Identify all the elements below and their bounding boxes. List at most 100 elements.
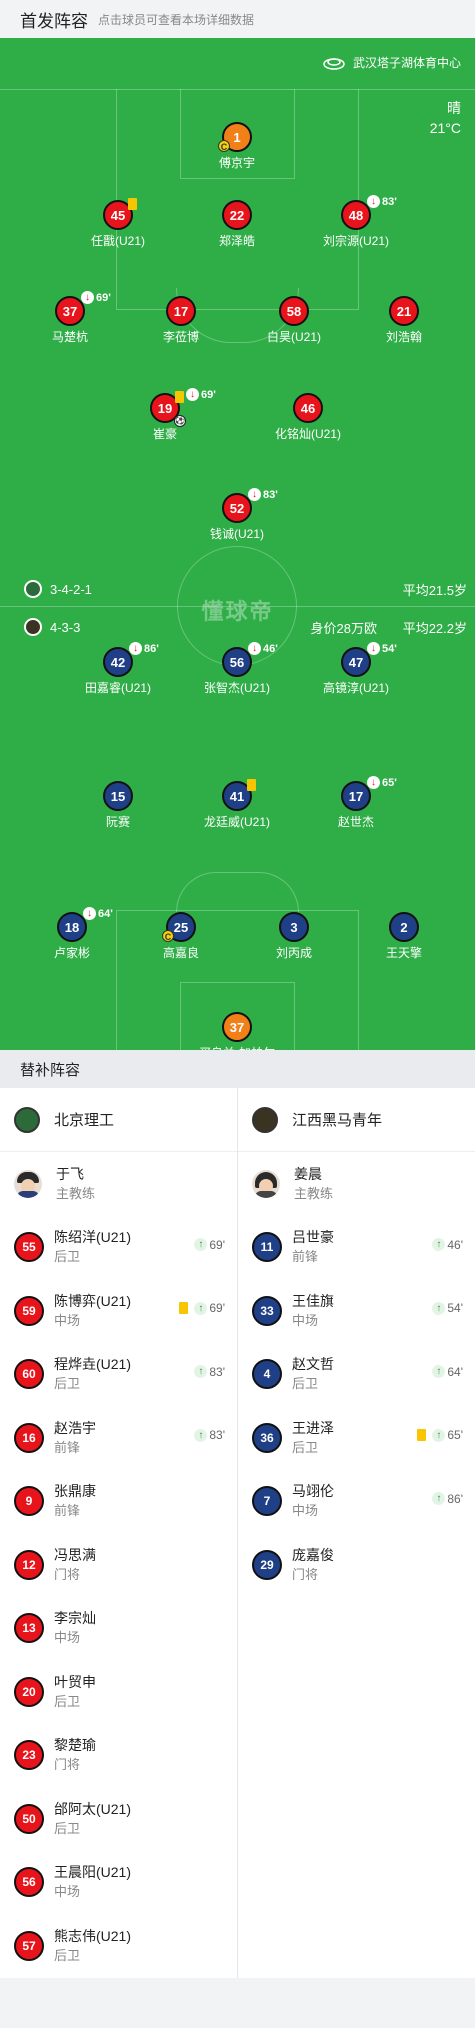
player-name: 任戬(U21) (90, 234, 145, 248)
home-coach-row[interactable]: 于飞 主教练 (0, 1152, 237, 1216)
sub-player-row[interactable]: 4 赵文哲 后卫 ↑ 64' (238, 1343, 475, 1407)
pitch-player[interactable]: 15 阮赛 (58, 781, 178, 830)
sub-out-arrow-icon: ↓ (367, 195, 380, 208)
away-team-logo-icon (24, 618, 42, 636)
substitution-out: ↓ 69' (186, 388, 216, 401)
sub-in-event: ↑ 69' (179, 1301, 225, 1315)
substitution-out: ↓ 54' (367, 642, 397, 655)
sub-player-row[interactable]: 60 程烨垚(U21) 后卫 ↑ 83' (0, 1343, 237, 1407)
sub-player-name: 熊志伟(U21) (54, 1927, 132, 1944)
sub-in-event: ↑ 83' (194, 1428, 225, 1442)
sub-in-arrow-icon: ↑ (432, 1301, 446, 1315)
jersey-number: 42 (110, 654, 126, 670)
sub-player-row[interactable]: 20 叶贸申 后卫 (0, 1660, 237, 1724)
sub-player-info: 叶贸申 后卫 (54, 1673, 96, 1711)
sub-player-name: 邰阿太(U21) (54, 1800, 132, 1817)
sub-in-minute: 83' (209, 1364, 225, 1379)
pitch-player[interactable]: 1 C 傅京宇 (177, 122, 297, 171)
jersey-number-badge: 52 ↓ 83' (222, 488, 278, 523)
sub-player-name: 陈博弈(U21) (54, 1292, 132, 1309)
pitch-player[interactable]: 25 C 高嘉良 (121, 912, 241, 961)
sub-player-row[interactable]: 36 王进泽 后卫 ↑ 65' (238, 1406, 475, 1470)
pitch-player[interactable]: 17 李莅博 (121, 296, 241, 345)
sub-player-info: 王晨阳(U21) 中场 (54, 1863, 131, 1901)
sub-player-row[interactable]: 57 熊志伟(U21) 后卫 (0, 1914, 237, 1978)
pitch-player[interactable]: 3 刘丙成 (234, 912, 354, 961)
sub-player-row[interactable]: 9 张鼎康 前锋 (0, 1470, 237, 1534)
coach-avatar (14, 1169, 42, 1198)
sub-player-info: 庞嘉俊 门将 (292, 1546, 334, 1584)
jersey-number-badge: 45 (103, 198, 137, 230)
pitch-player[interactable]: 48 ↓ 83' 刘宗源(U21) (296, 195, 416, 249)
pitch-player[interactable]: 2 王天擎 (344, 912, 464, 961)
away-coach-row[interactable]: 姜晨 主教练 (238, 1152, 475, 1216)
sub-player-row[interactable]: 12 冯思满 门将 (0, 1533, 237, 1597)
jersey-number-badge: 19 ⚽ ↓ 69' (150, 388, 216, 427)
pitch-player[interactable]: 22 郑泽皓 (177, 200, 297, 249)
jersey-number-badge: 15 (103, 781, 133, 811)
jersey-number-badge: 18 ↓ 64' (57, 907, 113, 942)
sub-player-row[interactable]: 56 王晨阳(U21) 中场 (0, 1851, 237, 1915)
sub-player-row[interactable]: 50 邰阿太(U21) 后卫 (0, 1787, 237, 1851)
sub-player-row[interactable]: 33 王佳旗 中场 ↑ 54' (238, 1279, 475, 1343)
pitch-player[interactable]: 46 化铭灿(U21) (248, 393, 368, 442)
away-formation: 4-3-3 (24, 618, 80, 636)
player-name: 刘宗源(U21) (322, 234, 389, 248)
jersey-number: 45 (110, 207, 126, 223)
jersey-number-badge: 48 ↓ 83' (341, 195, 397, 230)
pitch-player[interactable]: 18 ↓ 64' 卢家彬 (12, 907, 132, 961)
jersey-number-badge: 47 ↓ 54' (341, 642, 397, 677)
pitch-player[interactable]: 17 ↓ 65' 赵世杰 (296, 776, 416, 830)
sub-player-position: 中场 (54, 1884, 81, 1900)
player-name: 郑泽皓 (218, 234, 255, 248)
jersey-number-badge: 3 (279, 912, 309, 942)
player-name: 刘浩翰 (385, 330, 422, 344)
sub-out-minute: 54' (382, 642, 397, 655)
jersey-number: 41 (229, 788, 245, 804)
substitution-out: ↓ 86' (129, 642, 159, 655)
sub-player-row[interactable]: 11 吕世豪 前锋 ↑ 46' (238, 1216, 475, 1280)
jersey-number-badge: 33 (252, 1295, 282, 1326)
away-team-name: 江西黑马青年 (292, 1112, 383, 1129)
pitch: 武汉塔子湖体育中心 晴 21°C 懂球帝 3-4-2-1 平均21.5岁 4-3… (0, 38, 475, 1050)
sub-player-row[interactable]: 59 陈博弈(U21) 中场 ↑ 69' (0, 1279, 237, 1343)
substitution-out: ↓ 65' (367, 776, 397, 789)
home-subs-column: 北京理工 于飞 主教练 55 陈绍洋(U21) 后卫 ↑ 69' 59 陈博弈(U21) 中场… (0, 1088, 237, 1978)
sub-player-name: 黎楚瑜 (54, 1737, 96, 1754)
sub-player-row[interactable]: 7 马翊伦 中场 ↑ 86' (238, 1470, 475, 1534)
sub-player-info: 邰阿太(U21) 后卫 (54, 1800, 131, 1838)
away-team-row[interactable]: 江西黑马青年 (238, 1088, 475, 1152)
pitch-player[interactable]: 56 ↓ 46' 张智杰(U21) (177, 642, 297, 696)
sub-out-arrow-icon: ↓ (186, 388, 199, 401)
jersey-number-badge: 58 (279, 296, 309, 326)
player-name: 田嘉睿(U21) (84, 681, 151, 695)
pitch-player[interactable]: 52 ↓ 83' 钱诚(U21) (177, 488, 297, 542)
sub-player-row[interactable]: 13 李宗灿 中场 (0, 1597, 237, 1661)
player-name: 李莅博 (162, 330, 199, 344)
home-team-row[interactable]: 北京理工 (0, 1088, 237, 1152)
jersey-number-badge: 50 (14, 1803, 44, 1834)
jersey-number: 47 (348, 654, 364, 670)
pitch-player[interactable]: 37 买乌兰·加帕尔 (177, 1012, 297, 1050)
sub-player-info: 张鼎康 前锋 (54, 1482, 96, 1520)
sub-player-row[interactable]: 16 赵浩宇 前锋 ↑ 83' (0, 1406, 237, 1470)
pitch-player[interactable]: 58 白昊(U21) (234, 296, 354, 345)
sub-player-name: 吕世豪 (292, 1229, 334, 1246)
pitch-player[interactable]: 21 刘浩翰 (344, 296, 464, 345)
pitch-player[interactable]: 37 ↓ 69' 马楚杭 (10, 291, 130, 345)
sub-player-row[interactable]: 29 庞嘉俊 门将 (238, 1533, 475, 1597)
pitch-player[interactable]: 41 龙廷威(U21) (177, 779, 297, 830)
pitch-player[interactable]: 42 ↓ 86' 田嘉睿(U21) (58, 642, 178, 696)
jersey-number-badge: 29 (252, 1549, 282, 1580)
sub-player-position: 门将 (54, 1757, 81, 1773)
sub-player-info: 熊志伟(U21) 后卫 (54, 1927, 131, 1965)
sub-player-row[interactable]: 55 陈绍洋(U21) 后卫 ↑ 69' (0, 1216, 237, 1280)
jersey-number-badge: 37 ↓ 69' (55, 291, 111, 326)
sub-in-minute: 54' (447, 1301, 463, 1315)
yellow-card-icon (175, 391, 184, 403)
pitch-player[interactable]: 45 任戬(U21) (58, 198, 178, 249)
sub-player-row[interactable]: 23 黎楚瑜 门将 (0, 1724, 237, 1788)
pitch-player[interactable]: 19 ⚽ ↓ 69' 崔豪 (105, 388, 225, 442)
pitch-player[interactable]: 47 ↓ 54' 高镜淳(U21) (296, 642, 416, 696)
jersey-number-badge: 13 (14, 1613, 44, 1644)
